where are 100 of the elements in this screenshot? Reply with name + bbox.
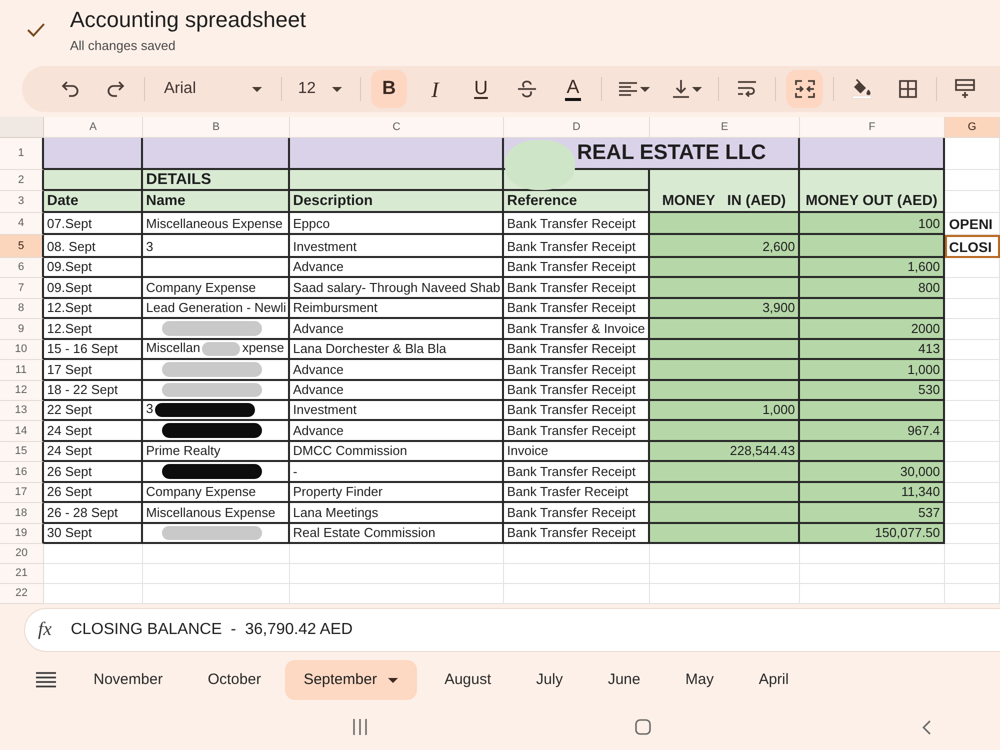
caret-icon <box>692 86 702 92</box>
sheet-tab[interactable]: November <box>71 660 186 700</box>
function-label: fx <box>38 619 52 641</box>
column-header[interactable]: D <box>504 117 650 138</box>
table-cell: 1,600 <box>800 258 945 278</box>
row-header[interactable]: 21 <box>0 564 44 584</box>
table-cell: Bank Transfer Receipt <box>504 503 650 524</box>
table-cell: Advance <box>290 381 504 401</box>
table-cell: 537 <box>800 503 945 524</box>
table-cell: Bank Transfer Receipt <box>504 421 650 442</box>
table-cell: Reimbursment <box>290 299 504 319</box>
merge-cells-button[interactable] <box>786 70 823 108</box>
row-header[interactable]: 22 <box>0 584 44 604</box>
home-icon[interactable] <box>635 719 651 735</box>
checkmark-icon <box>27 23 45 37</box>
sheet-tab[interactable]: July <box>514 660 586 700</box>
formula-field[interactable]: fx CLOSING BALANCE - 36,790.42 AED <box>24 608 1000 652</box>
table-cell: 26 - 28 Sept <box>44 503 143 524</box>
row-header[interactable]: 2 <box>0 170 44 191</box>
sheet-tab[interactable]: September <box>284 660 417 700</box>
merge-cells-icon <box>794 80 814 98</box>
table-cell: Bank Transfer Receipt <box>504 235 650 258</box>
cell-text: 3 <box>146 401 154 417</box>
row-header[interactable]: 5 <box>0 235 44 258</box>
table-cell <box>945 381 1000 401</box>
table-cell: Miscellanous Expense <box>143 503 290 524</box>
menu-icon[interactable] <box>36 672 56 688</box>
cell-text: xpense <box>242 340 284 356</box>
table-cell: Prime Realty <box>143 442 290 462</box>
column-header[interactable]: A <box>44 117 143 138</box>
sheet-tab[interactable]: August <box>422 660 514 700</box>
table-cell: Bank Transfer Receipt <box>504 524 650 544</box>
row-header[interactable]: 11 <box>0 360 44 381</box>
table-cell: Bank Transfer Receipt <box>504 299 650 319</box>
bold-button[interactable]: B <box>371 70 407 108</box>
row-header[interactable]: 14 <box>0 421 44 442</box>
table-cell <box>945 138 1000 170</box>
table-cell: 08. Sept <box>44 235 143 258</box>
table-cell: Advance <box>290 421 504 442</box>
row-header[interactable]: 19 <box>0 524 44 544</box>
strikethrough-icon <box>517 80 537 98</box>
sheet-title: REAL ESTATE LLC <box>577 140 766 166</box>
table-cell <box>945 170 1000 191</box>
sheet-tab[interactable]: April <box>736 660 812 700</box>
table-cell <box>945 564 1000 584</box>
row-header[interactable]: 17 <box>0 483 44 503</box>
column-header[interactable]: F <box>800 117 945 138</box>
table-cell: Investment <box>290 401 504 421</box>
paint-bucket-icon <box>852 79 872 99</box>
caret-icon <box>252 86 262 92</box>
table-cell: OPENI <box>945 213 1000 235</box>
text-color-button[interactable]: A <box>555 70 591 108</box>
row-header[interactable]: 18 <box>0 503 44 524</box>
row-header[interactable]: 15 <box>0 442 44 462</box>
row-header[interactable]: 12 <box>0 381 44 401</box>
cell-text: Miscellan <box>146 340 200 356</box>
row-header[interactable]: 3 <box>0 191 44 213</box>
table-cell <box>945 584 1000 604</box>
row-header[interactable]: 9 <box>0 319 44 340</box>
table-cell: 24 Sept <box>44 442 143 462</box>
row-header[interactable]: 6 <box>0 258 44 278</box>
table-cell: Bank Transfer Receipt <box>504 360 650 381</box>
table-cell: 30 Sept <box>44 524 143 544</box>
font-size-dropdown[interactable]: 12 <box>292 70 350 108</box>
row-header[interactable]: 16 <box>0 462 44 483</box>
header-cell: Description <box>290 191 504 213</box>
table-cell <box>945 503 1000 524</box>
table-cell <box>945 544 1000 564</box>
column-header[interactable]: B <box>143 117 290 138</box>
table-cell: 15 - 16 Sept <box>44 340 143 360</box>
column-header[interactable]: C <box>290 117 504 138</box>
table-cell: Bank Transfer & Invoice <box>504 319 650 340</box>
row-header[interactable]: 20 <box>0 544 44 564</box>
row-header[interactable]: 1 <box>0 138 44 170</box>
row-header[interactable]: 10 <box>0 340 44 360</box>
column-header[interactable]: G <box>945 117 1000 138</box>
table-cell <box>945 524 1000 544</box>
recent-apps-icon[interactable] <box>353 719 367 735</box>
sheet-tab[interactable]: October <box>185 660 284 700</box>
table-cell <box>945 360 1000 381</box>
sheet-tab[interactable]: June <box>585 660 663 700</box>
column-header[interactable]: E <box>650 117 800 138</box>
table-cell: Bank Trasfer Receipt <box>504 483 650 503</box>
table-cell: Saad salary- Through Naveed Shab <box>290 278 504 299</box>
underline-button[interactable]: U <box>463 70 499 108</box>
row-header[interactable]: 4 <box>0 213 44 235</box>
font-dropdown[interactable]: Arial <box>155 70 271 108</box>
table-cell: Investment <box>290 235 504 258</box>
row-header[interactable]: 7 <box>0 278 44 299</box>
table-cell: Lana Dorchester & Bla Bla <box>290 340 504 360</box>
row-header[interactable]: 13 <box>0 401 44 421</box>
italic-button[interactable]: I <box>417 70 453 108</box>
table-cell: Bank Transfer Receipt <box>504 278 650 299</box>
back-icon[interactable] <box>922 720 931 734</box>
table-cell: 530 <box>800 381 945 401</box>
table-cell: Bank Transfer Receipt <box>504 258 650 278</box>
sheet-tab[interactable]: May <box>662 660 736 700</box>
row-header[interactable]: 8 <box>0 299 44 319</box>
borders-icon <box>899 80 917 98</box>
table-cell: 2000 <box>800 319 945 340</box>
